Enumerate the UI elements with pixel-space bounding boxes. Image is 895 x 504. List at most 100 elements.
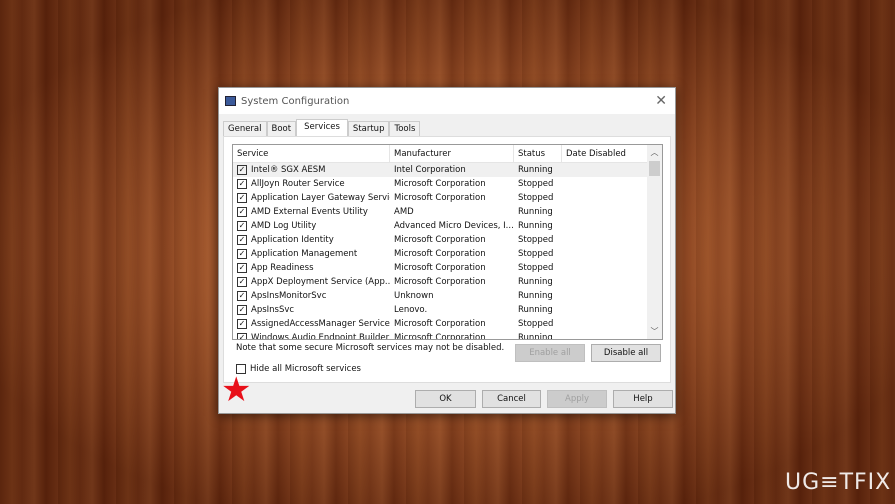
manufacturer-cell: Intel Corporation xyxy=(394,165,466,175)
service-name: ApsInsMonitorSvc xyxy=(251,291,327,301)
service-name: AMD Log Utility xyxy=(251,221,317,231)
red-star-marker-icon: ★ xyxy=(221,370,252,410)
manufacturer-cell: Microsoft Corporation xyxy=(394,263,486,273)
service-row[interactable]: ✓ ApsInsMonitorSvc Unknown Running xyxy=(233,289,662,303)
service-checkbox[interactable]: ✓ xyxy=(237,291,247,301)
hide-microsoft-services-label: Hide all Microsoft services xyxy=(250,364,361,374)
service-row[interactable]: ✓ Application Identity Microsoft Corporati… xyxy=(233,233,662,247)
service-name: AppX Deployment Service (App... xyxy=(251,277,390,287)
service-cell: ✓ App Readiness xyxy=(233,263,390,273)
service-cell: ✓ Application Layer Gateway Service xyxy=(233,193,390,203)
app-icon xyxy=(225,96,236,106)
ok-button[interactable]: OK xyxy=(415,390,476,408)
service-row[interactable]: ✓ Intel® SGX AESM Intel Corporation Running xyxy=(233,163,662,177)
service-row[interactable]: ✓ AssignedAccessManager Service Microsoft … xyxy=(233,317,662,331)
service-row[interactable]: ✓ AllJoyn Router Service Microsoft Corpora… xyxy=(233,177,662,191)
scrollbar[interactable]: ︿ ﹀ xyxy=(647,145,662,339)
help-button[interactable]: Help xyxy=(613,390,673,408)
service-name: ApsInsSvc xyxy=(251,305,295,315)
service-checkbox[interactable]: ✓ xyxy=(237,305,247,315)
status-cell: Stopped xyxy=(518,179,554,189)
service-name: App Readiness xyxy=(251,263,314,273)
service-name: AssignedAccessManager Service xyxy=(251,319,390,329)
tab-boot[interactable]: Boot xyxy=(266,121,297,136)
scrollbar-thumb[interactable] xyxy=(649,161,660,176)
apply-button[interactable]: Apply xyxy=(547,390,607,408)
disable-all-button[interactable]: Disable all xyxy=(591,344,661,362)
service-row[interactable]: ✓ AMD Log Utility Advanced Micro Devices, … xyxy=(233,219,662,233)
service-cell: ✓ Application Identity xyxy=(233,235,390,245)
system-configuration-dialog: System Configuration ✕ General Boot Serv… xyxy=(218,87,676,414)
service-name: Application Management xyxy=(251,249,358,259)
column-header-manufacturer[interactable]: Manufacturer xyxy=(390,145,514,162)
status-cell: Stopped xyxy=(518,319,554,329)
service-cell: ✓ ApsInsSvc xyxy=(233,305,390,315)
service-name: Windows Audio Endpoint Builder xyxy=(251,333,390,340)
tab-general[interactable]: General xyxy=(223,121,267,136)
cancel-button[interactable]: Cancel xyxy=(482,390,541,408)
scroll-down-icon[interactable]: ﹀ xyxy=(647,326,662,337)
service-row[interactable]: ✓ AppX Deployment Service (App... Microsof… xyxy=(233,275,662,289)
service-cell: ✓ Application Management xyxy=(233,249,390,259)
manufacturer-cell: AMD xyxy=(394,207,414,217)
status-cell: Running xyxy=(518,221,553,231)
manufacturer-cell: Microsoft Corporation xyxy=(394,277,486,287)
manufacturer-cell: Microsoft Corporation xyxy=(394,235,486,245)
title-bar: System Configuration ✕ xyxy=(219,88,675,114)
service-cell: ✓ AMD External Events Utility xyxy=(233,207,390,217)
service-row[interactable]: ✓ Windows Audio Endpoint Builder Microsoft… xyxy=(233,331,662,340)
manufacturer-cell: Microsoft Corporation xyxy=(394,249,486,259)
service-checkbox[interactable]: ✓ xyxy=(237,193,247,203)
manufacturer-cell: Advanced Micro Devices, I... xyxy=(394,221,514,231)
service-checkbox[interactable]: ✓ xyxy=(237,235,247,245)
manufacturer-cell: Microsoft Corporation xyxy=(394,319,486,329)
service-name: AMD External Events Utility xyxy=(251,207,368,217)
status-cell: Stopped xyxy=(518,249,554,259)
service-row[interactable]: ✓ Application Management Microsoft Corpora… xyxy=(233,247,662,261)
manufacturer-cell: Unknown xyxy=(394,291,434,301)
status-cell: Running xyxy=(518,207,553,217)
manufacturer-cell: Lenovo. xyxy=(394,305,428,315)
service-checkbox[interactable]: ✓ xyxy=(237,319,247,329)
service-checkbox[interactable]: ✓ xyxy=(237,179,247,189)
scroll-up-icon[interactable]: ︿ xyxy=(647,147,662,158)
manufacturer-cell: Microsoft Corporation xyxy=(394,193,486,203)
service-checkbox[interactable]: ✓ xyxy=(237,165,247,175)
status-cell: Running xyxy=(518,165,553,175)
service-checkbox[interactable]: ✓ xyxy=(237,333,247,339)
service-row[interactable]: ✓ App Readiness Microsoft Corporation Stopp… xyxy=(233,261,662,275)
status-cell: Running xyxy=(518,305,553,315)
service-name: Application Identity xyxy=(251,235,334,245)
column-header-service[interactable]: Service xyxy=(233,145,390,162)
service-checkbox[interactable]: ✓ xyxy=(237,263,247,273)
tab-bar: General Boot Services Startup Tools xyxy=(223,119,421,136)
hide-microsoft-services-checkbox[interactable]: Hide all Microsoft services xyxy=(236,364,361,374)
tab-startup[interactable]: Startup xyxy=(347,121,390,136)
column-header-status[interactable]: Status xyxy=(514,145,562,162)
enable-all-button[interactable]: Enable all xyxy=(515,344,585,362)
watermark-logo: UG≡TFIX xyxy=(785,470,892,495)
column-header-date-disabled[interactable]: Date Disabled xyxy=(562,145,648,162)
service-cell: ✓ AppX Deployment Service (App... xyxy=(233,277,390,287)
status-cell: Stopped xyxy=(518,235,554,245)
status-cell: Running xyxy=(518,291,553,301)
service-name: Intel® SGX AESM xyxy=(251,165,326,175)
service-cell: ✓ AssignedAccessManager Service xyxy=(233,319,390,329)
tab-services[interactable]: Services xyxy=(296,119,348,136)
service-row[interactable]: ✓ ApsInsSvc Lenovo. Running xyxy=(233,303,662,317)
manufacturer-cell: Microsoft Corporation xyxy=(394,179,486,189)
service-row[interactable]: ✓ Application Layer Gateway Service Micros… xyxy=(233,191,662,205)
close-icon[interactable]: ✕ xyxy=(655,93,667,109)
list-header: Service Manufacturer Status Date Disable… xyxy=(233,145,662,163)
services-list[interactable]: Service Manufacturer Status Date Disable… xyxy=(232,144,663,340)
tab-tools[interactable]: Tools xyxy=(389,121,421,136)
service-checkbox[interactable]: ✓ xyxy=(237,221,247,231)
service-checkbox[interactable]: ✓ xyxy=(237,207,247,217)
service-checkbox[interactable]: ✓ xyxy=(237,277,247,287)
services-panel: Service Manufacturer Status Date Disable… xyxy=(223,136,671,383)
status-cell: Stopped xyxy=(518,263,554,273)
service-name: AllJoyn Router Service xyxy=(251,179,345,189)
service-row[interactable]: ✓ AMD External Events Utility AMD Running xyxy=(233,205,662,219)
service-cell: ✓ Intel® SGX AESM xyxy=(233,165,390,175)
service-checkbox[interactable]: ✓ xyxy=(237,249,247,259)
